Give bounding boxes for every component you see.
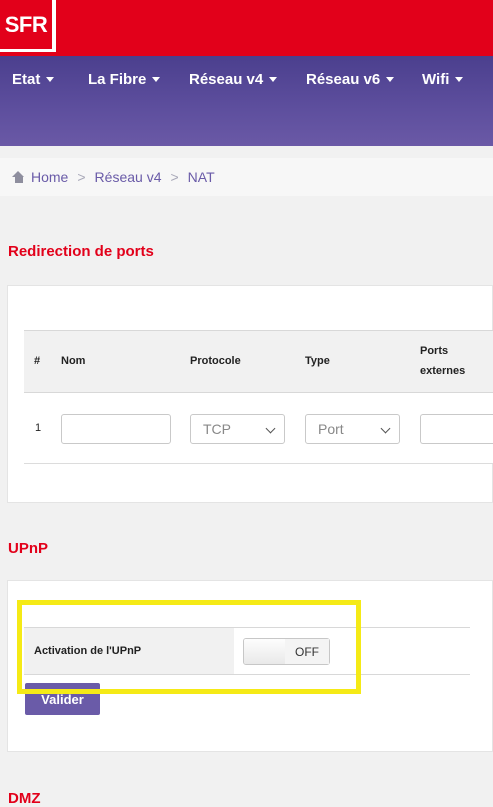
nav-item-etat[interactable]: Etat	[12, 71, 55, 88]
protocole-value: TCP	[203, 421, 231, 437]
table-header: # Nom Protocole Type Ports externes	[24, 330, 493, 393]
port-redirect-title: Redirection de ports	[8, 243, 154, 260]
highlight-box	[17, 600, 361, 694]
nav-item-label: Etat	[12, 71, 41, 88]
breadcrumb-separator: >	[170, 169, 179, 185]
top-header	[0, 0, 493, 56]
col-type: Type	[305, 355, 330, 367]
type-select[interactable]: Port	[305, 414, 400, 444]
main-nav: Etat La Fibre Réseau v4 Réseau v6 Wifi	[0, 56, 493, 146]
chevron-down-icon	[265, 423, 276, 434]
protocole-select[interactable]: TCP	[190, 414, 285, 444]
ports-externes-input[interactable]	[420, 414, 493, 444]
nav-item-label: Réseau v6	[306, 71, 381, 88]
col-nom: Nom	[61, 355, 86, 367]
caret-down-icon	[46, 77, 55, 82]
caret-down-icon	[386, 77, 395, 82]
col-ports-line1: Ports	[420, 345, 449, 357]
nav-item-la-fibre[interactable]: La Fibre	[88, 71, 161, 88]
nom-input[interactable]	[61, 414, 171, 444]
breadcrumb-nat[interactable]: NAT	[188, 169, 215, 185]
breadcrumb-separator: >	[77, 169, 86, 185]
col-num: #	[34, 355, 41, 367]
breadcrumb-reseau-v4[interactable]: Réseau v4	[95, 169, 162, 185]
breadcrumb-home[interactable]: Home	[31, 169, 68, 185]
sfr-logo[interactable]: SFR	[0, 0, 56, 52]
caret-down-icon	[269, 77, 278, 82]
row-number: 1	[35, 422, 42, 434]
type-value: Port	[318, 421, 344, 437]
dmz-title: DMZ	[8, 790, 41, 807]
nav-item-wifi[interactable]: Wifi	[422, 71, 464, 88]
chevron-down-icon	[380, 423, 391, 434]
col-protocole: Protocole	[190, 355, 241, 367]
nav-item-label: Réseau v4	[189, 71, 264, 88]
nav-item-reseau-v4[interactable]: Réseau v4	[189, 71, 278, 88]
nav-item-label: Wifi	[422, 71, 450, 88]
upnp-title: UPnP	[8, 540, 49, 557]
nav-item-reseau-v6[interactable]: Réseau v6	[306, 71, 395, 88]
home-icon	[12, 171, 25, 183]
nav-item-label: La Fibre	[88, 71, 147, 88]
col-ports-line2: externes	[420, 365, 466, 377]
caret-down-icon	[455, 77, 464, 82]
caret-down-icon	[152, 77, 161, 82]
table-row: 1 TCP Port	[24, 393, 493, 464]
breadcrumb: Home > Réseau v4 > NAT	[0, 158, 493, 196]
